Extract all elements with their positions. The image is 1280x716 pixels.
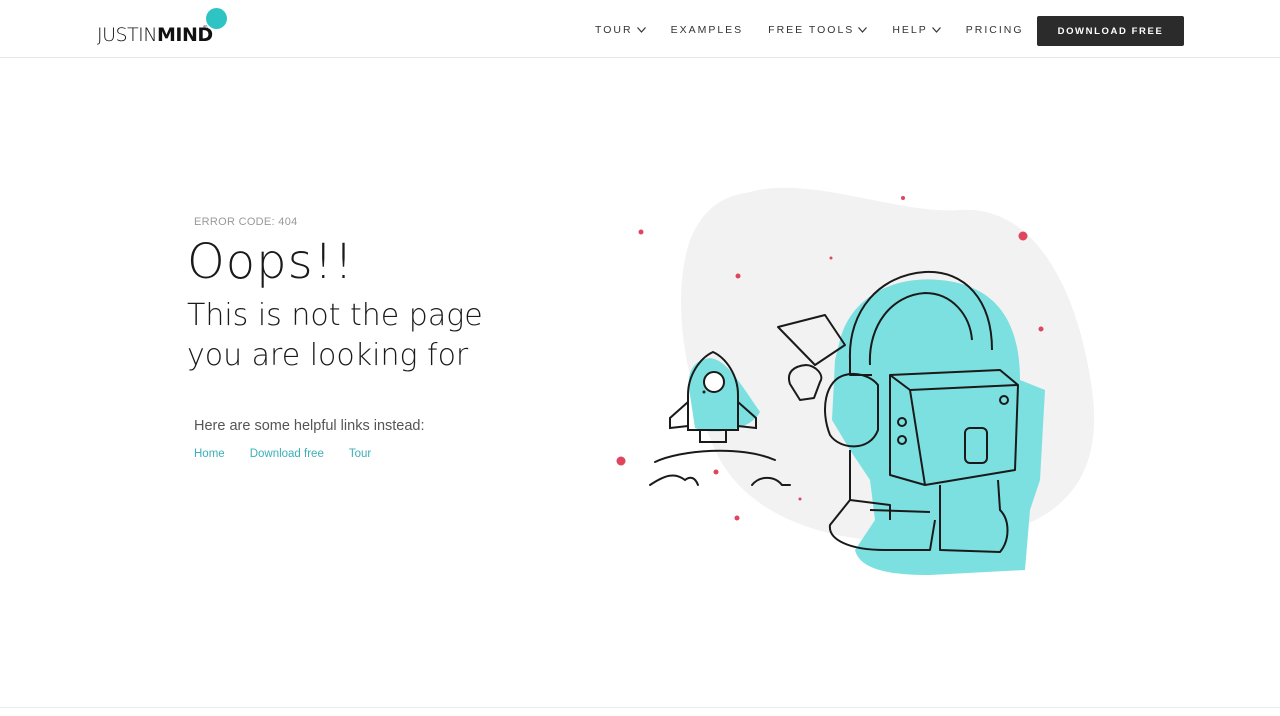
nav-item-label: HELP [892, 24, 928, 36]
main-nav: TOUR EXAMPLES FREE TOOLS HELP PRICING [595, 24, 1049, 36]
nav-item-label: FREE TOOLS [768, 24, 855, 36]
nav-item-help[interactable]: HELP [892, 24, 941, 36]
error-subtitle: This is not the page you are looking for [187, 296, 483, 376]
site-header: JUSTINMIND ® TOUR EXAMPLES FREE TOOLS HE… [0, 0, 1280, 58]
nav-item-examples[interactable]: EXAMPLES [671, 24, 744, 36]
logo-registered-mark: ® [203, 26, 208, 32]
helpful-links: Home Download free Tour [194, 448, 396, 460]
link-download-free[interactable]: Download free [250, 448, 324, 460]
nav-item-label: PRICING [965, 24, 1024, 36]
footer-divider [0, 707, 1280, 708]
link-home[interactable]: Home [194, 448, 225, 460]
nav-item-label: EXAMPLES [670, 24, 744, 36]
nav-item-pricing[interactable]: PRICING [966, 24, 1024, 36]
chevron-down-icon [636, 27, 646, 33]
nav-item-label: TOUR [595, 24, 633, 36]
chevron-down-icon [931, 27, 941, 33]
logo-text-light: JUSTIN [97, 24, 158, 46]
page-title: Oops!! [187, 234, 355, 290]
download-free-button[interactable]: DOWNLOAD FREE [1037, 16, 1184, 46]
logo-text: JUSTINMIND [97, 24, 213, 46]
nav-item-free-tools[interactable]: FREE TOOLS [768, 24, 868, 36]
logo-dot-icon [206, 8, 227, 29]
error-code-label: ERROR CODE: 404 [194, 216, 298, 228]
subtitle-line-1: This is not the page [187, 298, 483, 333]
chevron-down-icon [858, 27, 868, 33]
astronaut-illustration [616, 187, 1095, 575]
link-tour[interactable]: Tour [349, 448, 371, 460]
nav-item-tour[interactable]: TOUR [595, 24, 646, 36]
subtitle-line-2: you are looking for [187, 338, 469, 373]
helpful-links-text: Here are some helpful links instead: [194, 418, 425, 434]
